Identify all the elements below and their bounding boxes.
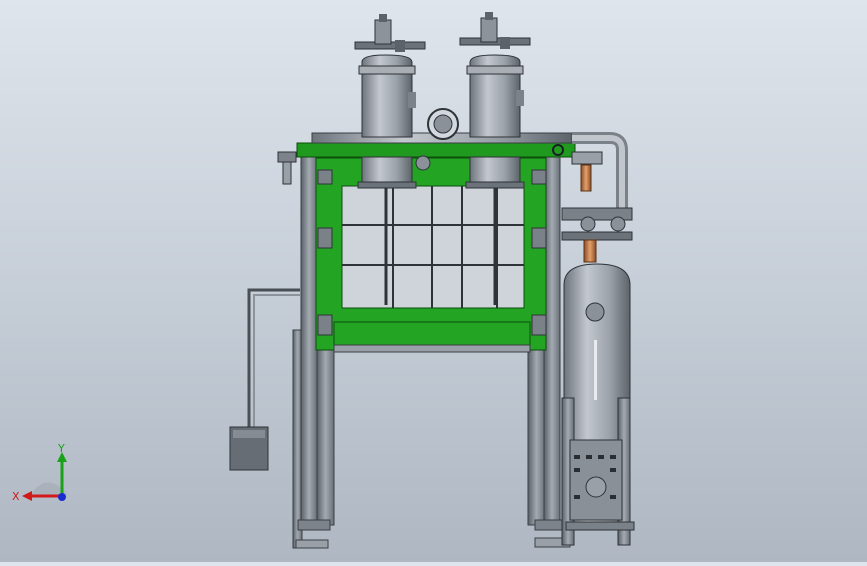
axis-triad: Y X — [12, 442, 68, 503]
control-box — [229, 288, 300, 471]
3d-viewport[interactable]: Y X — [0, 0, 867, 562]
right-piping — [561, 132, 633, 263]
cad-model — [229, 12, 635, 549]
green-frame — [296, 142, 576, 353]
z-axis-dot — [58, 493, 66, 501]
vertical-tank — [561, 263, 635, 546]
y-axis-label: Y — [57, 442, 65, 455]
x-axis-arrowhead — [22, 491, 32, 501]
x-axis-label: X — [12, 490, 20, 503]
left-valve — [277, 151, 297, 185]
